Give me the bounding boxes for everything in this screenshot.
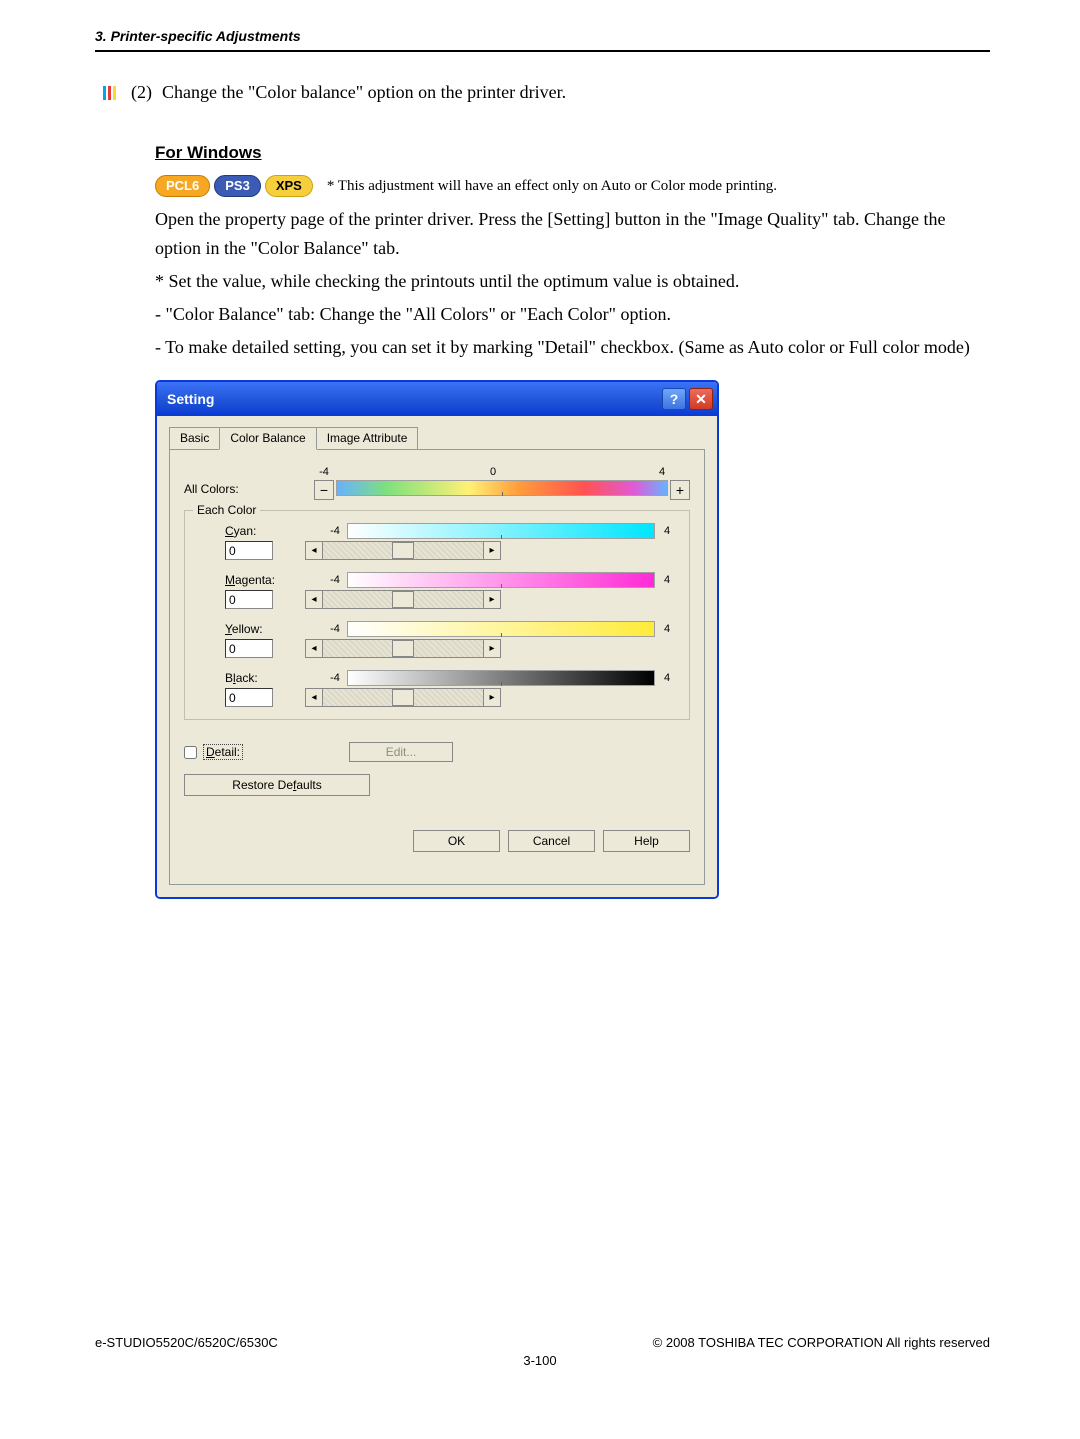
black-scale-max: 4 bbox=[657, 672, 677, 684]
magenta-gradient bbox=[347, 572, 655, 588]
black-slider[interactable]: ◂ ▸ bbox=[305, 688, 501, 707]
yellow-dec-button[interactable]: ◂ bbox=[305, 639, 323, 658]
header-rule bbox=[95, 50, 990, 52]
magenta-scale-max: 4 bbox=[657, 574, 677, 586]
cyan-gradient bbox=[347, 523, 655, 539]
magenta-dec-button[interactable]: ◂ bbox=[305, 590, 323, 609]
black-gradient bbox=[347, 670, 655, 686]
ok-button[interactable]: OK bbox=[413, 830, 500, 852]
yellow-value-input[interactable] bbox=[225, 639, 273, 658]
footer-page: 3-100 bbox=[0, 1353, 1080, 1368]
titlebar[interactable]: Setting ? ✕ bbox=[157, 382, 717, 416]
magenta-value-input[interactable] bbox=[225, 590, 273, 609]
paragraph-4: - To make detailed setting, you can set … bbox=[155, 333, 990, 362]
black-label: Black: bbox=[197, 671, 325, 685]
dialog-title: Setting bbox=[167, 391, 214, 407]
each-color-legend: Each Color bbox=[193, 503, 260, 517]
all-colors-minus-button[interactable]: − bbox=[314, 480, 334, 500]
badges-row: PCL6 PS3 XPS * This adjustment will have… bbox=[155, 175, 990, 197]
black-scale-min: -4 bbox=[325, 672, 345, 684]
cyan-label: Cyan: bbox=[197, 524, 325, 538]
cyan-value-input[interactable] bbox=[225, 541, 273, 560]
cyan-scale-min: -4 bbox=[325, 525, 345, 537]
scale-min: -4 bbox=[314, 466, 334, 478]
detail-checkbox[interactable] bbox=[184, 746, 197, 759]
badge-ps3: PS3 bbox=[214, 175, 261, 197]
all-colors-label: All Colors: bbox=[184, 480, 314, 500]
footer-left: e-STUDIO5520C/6520C/6530C bbox=[95, 1335, 278, 1350]
magenta-inc-button[interactable]: ▸ bbox=[483, 590, 501, 609]
for-windows-heading: For Windows bbox=[155, 143, 990, 163]
page-footer: e-STUDIO5520C/6520C/6530C © 2008 TOSHIBA… bbox=[95, 1335, 990, 1350]
black-dec-button[interactable]: ◂ bbox=[305, 688, 323, 707]
yellow-inc-button[interactable]: ▸ bbox=[483, 639, 501, 658]
cyan-control: Cyan: -4 4 ◂ ▸ bbox=[197, 523, 677, 560]
tab-basic[interactable]: Basic bbox=[169, 427, 220, 450]
detail-checkbox-row[interactable]: Detail: bbox=[184, 744, 243, 760]
magenta-slider[interactable]: ◂ ▸ bbox=[305, 590, 501, 609]
cyan-slider[interactable]: ◂ ▸ bbox=[305, 541, 501, 560]
step-row: (2) Change the "Color balance" option on… bbox=[103, 82, 990, 103]
yellow-slider[interactable]: ◂ ▸ bbox=[305, 639, 501, 658]
magenta-label: Magenta: bbox=[197, 573, 325, 587]
step-text: Change the "Color balance" option on the… bbox=[162, 82, 566, 103]
badge-pcl6: PCL6 bbox=[155, 175, 210, 197]
black-value-input[interactable] bbox=[225, 688, 273, 707]
black-control: Black: -4 4 ◂ ▸ bbox=[197, 670, 677, 707]
magenta-control: Magenta: -4 4 ◂ bbox=[197, 572, 677, 609]
tab-strip: Basic Color Balance Image Attribute bbox=[169, 426, 705, 449]
yellow-control: Yellow: -4 4 ◂ bbox=[197, 621, 677, 658]
titlebar-help-button[interactable]: ? bbox=[662, 388, 686, 410]
cyan-inc-button[interactable]: ▸ bbox=[483, 541, 501, 560]
cyan-dec-button[interactable]: ◂ bbox=[305, 541, 323, 560]
yellow-label: Yellow: bbox=[197, 622, 325, 636]
badge-note: * This adjustment will have an effect on… bbox=[327, 178, 777, 195]
restore-defaults-button[interactable]: Restore Defaults bbox=[184, 774, 370, 796]
all-colors-plus-button[interactable]: + bbox=[670, 480, 690, 500]
footer-right: © 2008 TOSHIBA TEC CORPORATION All right… bbox=[653, 1335, 990, 1350]
yellow-scale-max: 4 bbox=[657, 623, 677, 635]
scale-zero: 0 bbox=[334, 466, 652, 478]
cancel-button[interactable]: Cancel bbox=[508, 830, 595, 852]
tab-color-balance[interactable]: Color Balance bbox=[219, 427, 316, 450]
magenta-scale-min: -4 bbox=[325, 574, 345, 586]
each-color-group: Each Color Cyan: -4 4 bbox=[184, 510, 690, 720]
step-marker-icon bbox=[103, 84, 121, 98]
edit-button[interactable]: Edit... bbox=[349, 742, 453, 762]
yellow-gradient bbox=[347, 621, 655, 637]
help-button[interactable]: Help bbox=[603, 830, 690, 852]
step-number: (2) bbox=[131, 82, 152, 103]
paragraph-1: Open the property page of the printer dr… bbox=[155, 205, 990, 263]
titlebar-close-button[interactable]: ✕ bbox=[689, 388, 713, 410]
cyan-scale-max: 4 bbox=[657, 525, 677, 537]
paragraph-2: * Set the value, while checking the prin… bbox=[155, 267, 990, 296]
tab-image-attribute[interactable]: Image Attribute bbox=[316, 427, 419, 450]
tab-panel: -4 0 4 All Colors: − + Each Color bbox=[169, 449, 705, 885]
black-inc-button[interactable]: ▸ bbox=[483, 688, 501, 707]
all-colors-slider[interactable] bbox=[336, 480, 668, 496]
setting-dialog: Setting ? ✕ Basic Color Balance Image At… bbox=[155, 380, 719, 899]
paragraph-3: - "Color Balance" tab: Change the "All C… bbox=[155, 300, 990, 329]
page-header: 3. Printer-specific Adjustments bbox=[95, 28, 990, 44]
badge-xps: XPS bbox=[265, 175, 313, 197]
scale-max: 4 bbox=[652, 466, 672, 478]
yellow-scale-min: -4 bbox=[325, 623, 345, 635]
